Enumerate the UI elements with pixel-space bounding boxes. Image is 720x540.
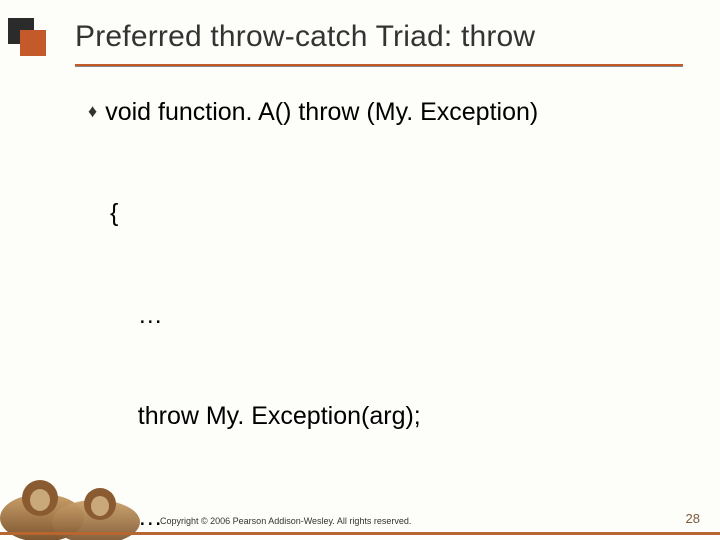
code-block: { … throw My. Exception(arg); … }: [110, 130, 680, 540]
bullet-1: ♦ void function. A() throw (My. Exceptio…: [88, 96, 680, 130]
title-underline: [75, 64, 683, 66]
bullet-1-text: void function. A() throw (My. Exception): [105, 96, 538, 130]
bottom-border: [0, 532, 720, 535]
code-line: …: [110, 299, 680, 333]
code-line: throw My. Exception(arg);: [110, 400, 680, 434]
copyright-footer: Copyright © 2006 Pearson Addison-Wesley.…: [160, 516, 411, 526]
slide-body: ♦ void function. A() throw (My. Exceptio…: [88, 96, 680, 540]
code-line: {: [110, 197, 680, 231]
slide-title: Preferred throw-catch Triad: throw: [75, 20, 700, 54]
decor-square-front: [20, 30, 46, 56]
page-number: 28: [686, 511, 700, 526]
bullet-marker-icon: ♦: [88, 102, 97, 120]
corner-decoration: [8, 18, 52, 62]
